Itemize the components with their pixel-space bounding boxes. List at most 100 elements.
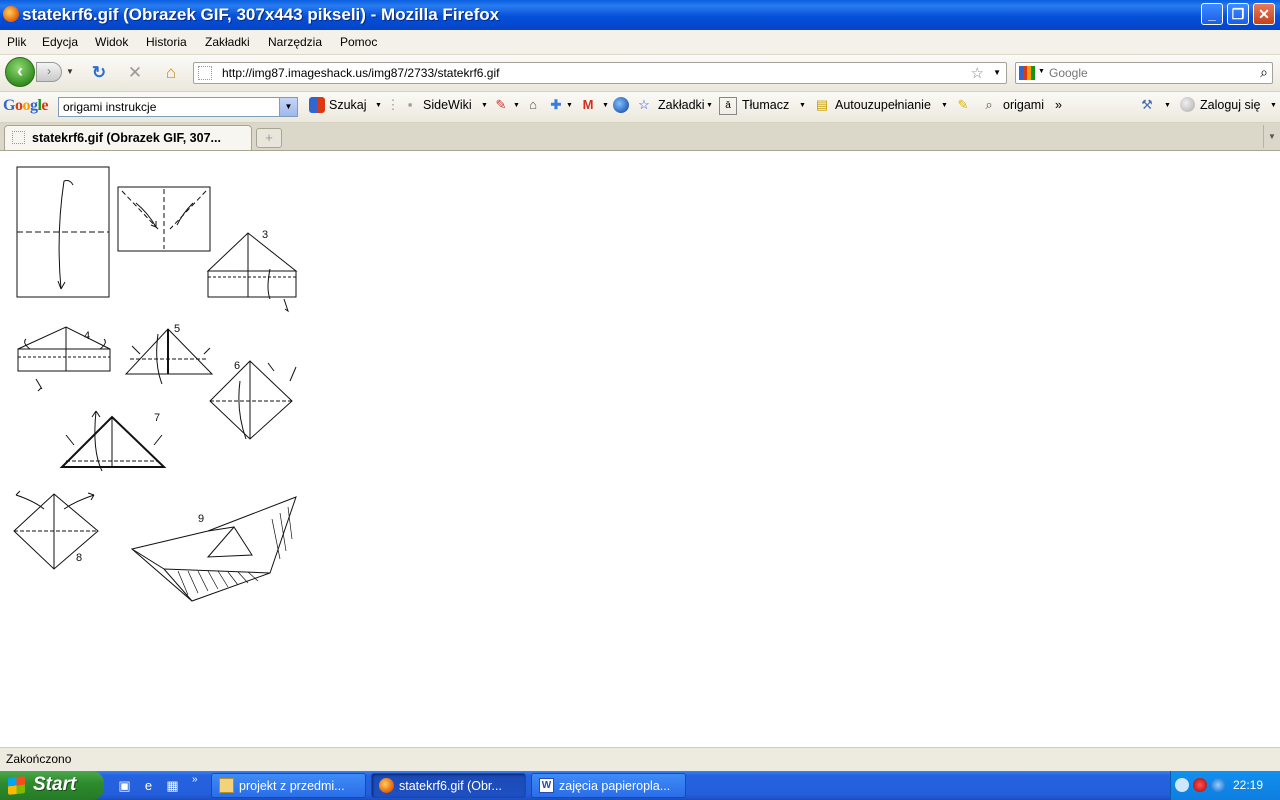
- tray-expand-icon[interactable]: [1175, 778, 1189, 792]
- url-bar[interactable]: ☆ ▼: [193, 62, 1007, 84]
- chevron-down-icon[interactable]: ▼: [375, 102, 382, 109]
- zakladki-button[interactable]: Zakładki: [658, 98, 705, 112]
- zaloguj-button[interactable]: Zaloguj się: [1200, 98, 1260, 112]
- navigation-toolbar: ‹ › ▼ ↻ ✕ ⌂ ☆ ▼ ▼ ⌕: [0, 55, 1280, 92]
- tab-title: statekrf6.gif (Obrazek GIF, 307...: [32, 131, 221, 145]
- step-label-7: 7: [154, 412, 160, 424]
- engine-dropdown-icon[interactable]: ▼: [1038, 68, 1045, 75]
- step-label-5: 5: [174, 323, 180, 335]
- site-identity-icon[interactable]: [198, 66, 212, 80]
- menu-pomoc[interactable]: Pomoc: [340, 35, 377, 49]
- status-text: Zakończono: [6, 752, 72, 766]
- tlumacz-button[interactable]: Tłumacz: [742, 98, 789, 112]
- bank-icon[interactable]: ⌂: [525, 97, 541, 113]
- step-label-9: 9: [198, 513, 204, 525]
- google-logo[interactable]: Google: [3, 97, 48, 115]
- menu-narzedzia[interactable]: Narzędzia: [268, 35, 322, 49]
- tab-strip: statekrf6.gif (Obrazek GIF, 307... + ▼: [0, 123, 1280, 151]
- menu-bar: Plik Edycja Widok Historia Zakładki Narz…: [0, 30, 1280, 55]
- quick-launch-more-icon[interactable]: »: [192, 774, 198, 785]
- sidewiki-icon[interactable]: ▪: [402, 97, 418, 113]
- chevron-down-icon[interactable]: ▼: [602, 102, 609, 109]
- chevron-down-icon[interactable]: ▼: [799, 102, 806, 109]
- translate-icon[interactable]: ā: [719, 97, 737, 115]
- search-bar[interactable]: ▼ ⌕: [1015, 62, 1273, 84]
- menu-widok[interactable]: Widok: [95, 35, 128, 49]
- word-document-icon: W: [539, 778, 554, 793]
- media-player-icon[interactable]: ▦: [164, 777, 181, 794]
- origami-term-button[interactable]: origami: [1003, 98, 1044, 112]
- step-label-4: 4: [84, 330, 90, 342]
- account-icon[interactable]: [1180, 97, 1195, 112]
- chevron-down-icon[interactable]: ▼: [1164, 102, 1171, 109]
- chevron-down-icon[interactable]: ▼: [566, 102, 573, 109]
- url-dropdown-icon[interactable]: ▼: [993, 68, 1001, 77]
- menu-zakladki[interactable]: Zakładki: [205, 35, 250, 49]
- title-bar[interactable]: statekrf6.gif (Obrazek GIF, 307x443 piks…: [0, 0, 1280, 30]
- minimize-button[interactable]: _: [1201, 3, 1223, 25]
- close-button[interactable]: ✕: [1253, 3, 1275, 25]
- page-content: 3 4 5 6 7 8 9: [0, 151, 1280, 747]
- tab-active[interactable]: statekrf6.gif (Obrazek GIF, 307...: [4, 125, 252, 150]
- back-button[interactable]: ‹: [5, 57, 35, 87]
- separator-grip-icon[interactable]: ⋮: [385, 97, 401, 113]
- gmail-icon[interactable]: M: [580, 97, 596, 113]
- home-icon[interactable]: ⌂: [161, 63, 181, 83]
- clock: 22:19: [1233, 778, 1264, 792]
- forward-button[interactable]: ›: [36, 62, 62, 82]
- add-button-icon[interactable]: ✚: [548, 97, 564, 113]
- task-button-folder[interactable]: projekt z przedmi...: [211, 773, 366, 798]
- szukaj-button[interactable]: Szukaj: [329, 98, 367, 112]
- stop-icon[interactable]: ✕: [125, 63, 145, 83]
- firefox-icon: [379, 778, 394, 793]
- system-tray: 22:19: [1170, 771, 1280, 800]
- chevron-down-icon[interactable]: ▼: [706, 102, 713, 109]
- task-button-word[interactable]: W zajęcia papieropla...: [531, 773, 686, 798]
- autouzupelnianie-button[interactable]: Autouzupełnianie: [835, 98, 931, 112]
- status-bar: Zakończono: [0, 747, 1280, 771]
- bookmarks-star-icon[interactable]: ☆: [636, 97, 652, 113]
- google-query-input[interactable]: [63, 99, 273, 115]
- google-query-combobox[interactable]: ▼: [58, 97, 298, 117]
- origami-boat-instructions-image: 3 4 5 6 7 8 9: [13, 166, 298, 602]
- search-term-icon[interactable]: ⌕: [981, 97, 997, 113]
- menu-edycja[interactable]: Edycja: [42, 35, 78, 49]
- google-engine-icon[interactable]: [1019, 66, 1035, 80]
- show-desktop-icon[interactable]: ▣: [116, 777, 133, 794]
- highlighter-icon[interactable]: ✎: [955, 97, 971, 113]
- window-title: statekrf6.gif (Obrazek GIF, 307x443 piks…: [22, 5, 500, 24]
- wrench-icon[interactable]: ⚒: [1139, 97, 1155, 113]
- chevron-down-icon[interactable]: ▼: [1270, 102, 1277, 109]
- firefox-icon: [3, 6, 19, 22]
- folder-icon: [219, 778, 234, 793]
- autofill-icon[interactable]: ▤: [814, 97, 830, 113]
- chevron-down-icon[interactable]: ▼: [513, 102, 520, 109]
- step-label-6: 6: [234, 360, 240, 372]
- url-input[interactable]: [222, 65, 962, 81]
- internet-explorer-icon[interactable]: e: [140, 777, 157, 794]
- list-all-tabs-icon[interactable]: ▼: [1263, 125, 1280, 148]
- antivirus-icon[interactable]: [1193, 778, 1207, 792]
- popup-blocker-icon[interactable]: ✎: [493, 97, 509, 113]
- earth-icon[interactable]: [613, 97, 629, 113]
- reload-icon[interactable]: ↻: [89, 63, 109, 83]
- step-label-3: 3: [262, 229, 268, 241]
- menu-plik[interactable]: Plik: [7, 35, 26, 49]
- menu-historia[interactable]: Historia: [146, 35, 187, 49]
- chevron-down-icon[interactable]: ▼: [279, 98, 297, 116]
- chevron-down-icon[interactable]: ▼: [941, 102, 948, 109]
- new-tab-button[interactable]: +: [256, 128, 282, 148]
- start-button[interactable]: Start: [0, 771, 104, 800]
- messenger-icon[interactable]: [1211, 778, 1225, 792]
- windows-logo-icon: [8, 776, 25, 795]
- history-dropdown-icon[interactable]: ▼: [66, 67, 74, 76]
- search-input[interactable]: [1049, 65, 1244, 81]
- maximize-button[interactable]: ❐: [1227, 3, 1249, 25]
- search-icon[interactable]: ⌕: [1260, 64, 1268, 81]
- bookmark-star-icon[interactable]: ☆: [971, 64, 984, 82]
- more-chevron[interactable]: »: [1055, 98, 1062, 112]
- chevron-down-icon[interactable]: ▼: [481, 102, 488, 109]
- sidewiki-button[interactable]: SideWiki: [423, 98, 472, 112]
- task-button-firefox[interactable]: statekrf6.gif (Obr...: [371, 773, 526, 798]
- google-search-icon[interactable]: [309, 97, 325, 113]
